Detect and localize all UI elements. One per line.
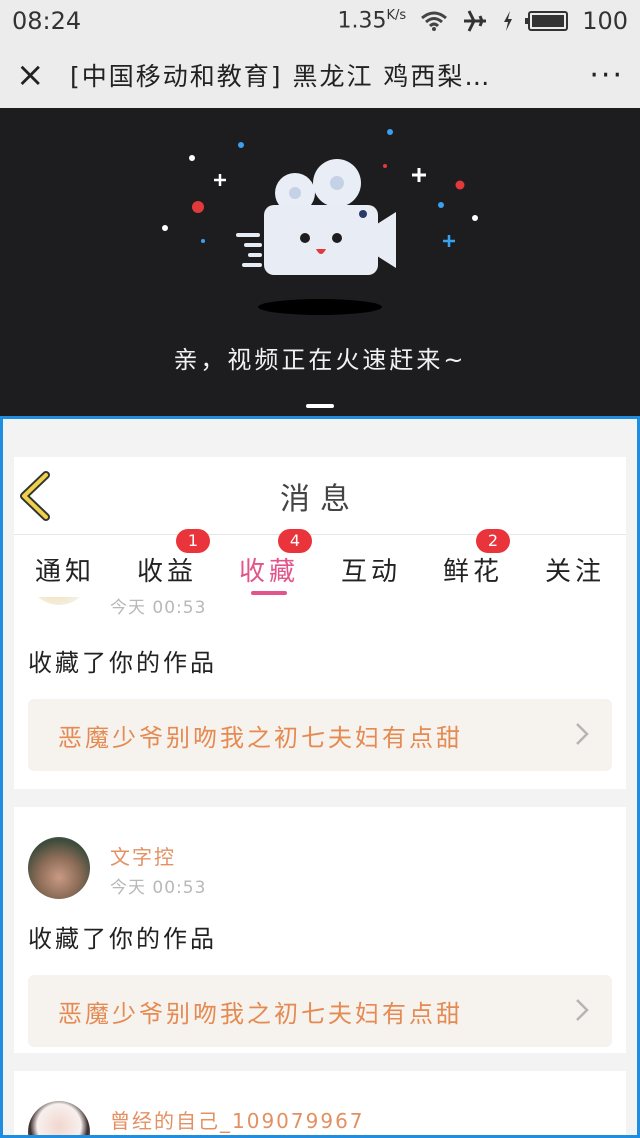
- message-action: 收藏了你的作品: [28, 649, 217, 677]
- status-time: 08:24: [12, 7, 82, 35]
- list-separator: [14, 1053, 626, 1071]
- close-button[interactable]: ×: [16, 55, 56, 95]
- tab-label: 收益: [136, 557, 197, 587]
- avatar[interactable]: [28, 597, 90, 605]
- message-time: 今天 00:53: [110, 598, 207, 618]
- list-separator: [14, 789, 626, 807]
- loading-message: 亲，视频正在火速赶来~: [173, 346, 467, 374]
- battery-icon: [525, 11, 569, 31]
- username[interactable]: 文字控: [110, 841, 176, 870]
- tab-label: 关注: [544, 557, 605, 587]
- avatar[interactable]: [28, 1101, 90, 1135]
- tab-notifications[interactable]: 通知: [14, 535, 116, 597]
- tab-interactions[interactable]: 互动: [320, 535, 422, 597]
- message-tabs: 通知 收益 1 收藏 4 互动 鲜花 2 关注: [14, 529, 626, 597]
- net-speed-value: 1.35: [337, 8, 387, 34]
- list-item[interactable]: 今天 00:53 收藏了你的作品 恶魔少爷别吻我之初七夫妇有点甜: [14, 597, 626, 783]
- tab-earnings[interactable]: 收益 1: [116, 529, 218, 597]
- work-link[interactable]: 恶魔少爷别吻我之初七夫妇有点甜: [28, 699, 612, 771]
- charging-icon: [504, 11, 513, 31]
- tab-label: 通知: [34, 557, 95, 587]
- airplane-icon: [464, 10, 487, 32]
- messages-title: 消息: [280, 481, 360, 517]
- message-list[interactable]: 今天 00:53 收藏了你的作品 恶魔少爷别吻我之初七夫妇有点甜 文字控 今天 …: [14, 597, 626, 1135]
- net-speed: 1.35K/s: [338, 8, 407, 33]
- status-bar: 08:24 1.35K/s 100: [0, 0, 640, 42]
- avatar[interactable]: [28, 837, 90, 899]
- username[interactable]: 曾经的自己_109079967: [110, 1105, 365, 1134]
- work-title: 恶魔少爷别吻我之初七夫妇有点甜: [58, 723, 463, 752]
- title-bar: × [中国移动和教育] 黑龙江 鸡西梨… ···: [0, 42, 640, 108]
- tab-badge: 1: [176, 529, 210, 553]
- tab-follows[interactable]: 关注: [524, 535, 626, 597]
- messages-container: 消息 通知 收益 1 收藏 4 互动 鲜花 2 关注 今天 00:53 收藏了你…: [14, 457, 626, 1135]
- battery-level: 100: [582, 7, 628, 35]
- tab-flowers[interactable]: 鲜花 2: [422, 529, 524, 597]
- chevron-right-icon: [576, 999, 589, 1021]
- tab-label: 鲜花: [442, 557, 503, 587]
- message-action: 收藏了你的作品: [28, 925, 217, 953]
- messages-header: 消息: [14, 457, 626, 535]
- tab-favorites[interactable]: 收藏 4: [218, 529, 320, 597]
- list-item[interactable]: 文字控 今天 00:53 收藏了你的作品 恶魔少爷别吻我之初七夫妇有点甜: [14, 807, 626, 1053]
- list-item[interactable]: 曾经的自己_109079967: [14, 1071, 626, 1135]
- video-player[interactable]: 亲，视频正在火速赶来~: [0, 108, 640, 416]
- tab-badge: 2: [476, 529, 510, 553]
- messages-panel: 消息 通知 收益 1 收藏 4 互动 鲜花 2 关注 今天 00:53 收藏了你…: [0, 416, 640, 1138]
- message-time: 今天 00:53: [110, 878, 207, 898]
- tab-label: 收藏: [238, 557, 299, 587]
- page-title: [中国移动和教育] 黑龙江 鸡西梨…: [70, 62, 492, 91]
- more-button[interactable]: ···: [574, 58, 624, 93]
- chevron-right-icon: [576, 723, 589, 745]
- active-tab-indicator: [251, 591, 287, 595]
- camera-mascot-icon: [162, 129, 478, 315]
- status-right: 1.35K/s 100: [338, 7, 628, 35]
- drag-handle[interactable]: [306, 404, 334, 408]
- wifi-icon: [421, 11, 448, 31]
- work-title: 恶魔少爷别吻我之初七夫妇有点甜: [58, 999, 463, 1028]
- tab-badge: 4: [278, 529, 312, 553]
- tab-label: 互动: [340, 557, 401, 587]
- back-arrow-icon[interactable]: [16, 471, 56, 521]
- net-speed-unit: K/s: [386, 8, 407, 24]
- work-link[interactable]: 恶魔少爷别吻我之初七夫妇有点甜: [28, 975, 612, 1047]
